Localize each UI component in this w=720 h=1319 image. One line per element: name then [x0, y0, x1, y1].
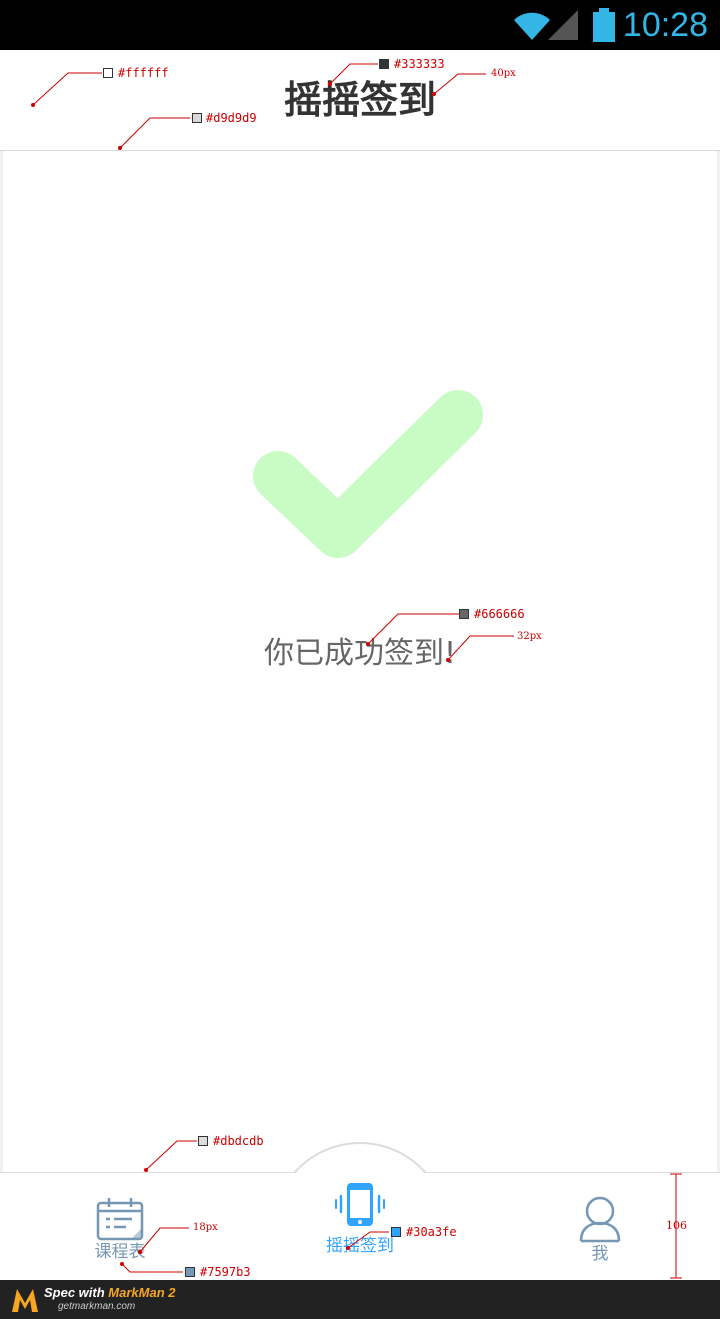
- annotation-tabbar-border: #dbdcdb: [213, 1134, 264, 1148]
- swatch-title-color: [379, 59, 389, 69]
- swatch-header-border: [192, 113, 202, 123]
- swatch-success-color: [459, 609, 469, 619]
- annotation-header-bg: #ffffff: [118, 66, 169, 80]
- annotation-tabbar-height: 106: [666, 1219, 687, 1232]
- markman-tagline: Spec with MarkMan 2: [44, 1285, 176, 1300]
- spec-annotations: [31, 63, 682, 1279]
- annotation-header-border: #d9d9d9: [206, 111, 257, 125]
- swatch-tabbar-border: [198, 1136, 208, 1146]
- annotation-tab-inactive: #7597b3: [200, 1265, 251, 1279]
- markman-footer: Spec with MarkMan 2 getmarkman.com: [0, 1280, 720, 1319]
- annotation-title-color: #333333: [394, 57, 445, 71]
- annotation-title-size: 40px: [491, 68, 516, 79]
- swatch-tab-active: [391, 1227, 401, 1237]
- swatch-header-bg: [103, 68, 113, 78]
- annotation-success-size: 32px: [517, 631, 542, 642]
- swatch-tab-inactive: [185, 1267, 195, 1277]
- annotation-tab-active: #30a3fe: [406, 1225, 457, 1239]
- markman-url: getmarkman.com: [58, 1301, 136, 1312]
- markman-logo: [12, 1289, 38, 1312]
- annotation-success-color: #666666: [474, 607, 525, 621]
- annotation-tab-label-size: 18px: [193, 1222, 218, 1233]
